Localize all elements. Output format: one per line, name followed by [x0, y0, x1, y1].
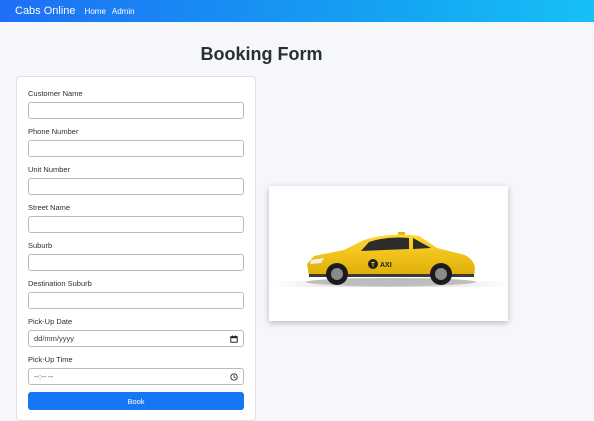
street-name-input[interactable]: [28, 216, 244, 233]
taxi-image-card: T AXI: [269, 186, 508, 321]
nav-link-admin[interactable]: Admin: [112, 7, 135, 16]
nav-link-home[interactable]: Home: [85, 7, 106, 16]
svg-text:AXI: AXI: [380, 262, 392, 269]
customer-name-input[interactable]: [28, 102, 244, 119]
book-button[interactable]: Book: [28, 392, 244, 410]
booking-form: Customer Name Phone Number Unit Number S…: [16, 76, 256, 421]
taxi-image: T AXI: [269, 232, 508, 287]
suburb-input[interactable]: [28, 254, 244, 271]
pickup-date-label: Pick-Up Date: [28, 317, 73, 326]
unit-number-input[interactable]: [28, 178, 244, 195]
suburb-label: Suburb: [28, 241, 53, 250]
destination-suburb-input[interactable]: [28, 292, 244, 309]
pickup-date-input[interactable]: dd/mm/yyyy: [28, 330, 244, 347]
customer-name-label: Customer Name: [28, 89, 83, 98]
svg-text:T: T: [371, 263, 375, 269]
pickup-date-value: dd/mm/yyyy: [34, 334, 75, 343]
pickup-time-value: --:-- --: [34, 372, 54, 381]
navbar: Cabs Online Home Admin: [0, 0, 594, 22]
clock-icon[interactable]: [230, 372, 238, 381]
unit-number-label: Unit Number: [28, 165, 71, 174]
calendar-icon[interactable]: [230, 334, 238, 343]
phone-number-input[interactable]: [28, 140, 244, 157]
pickup-time-input[interactable]: --:-- --: [28, 368, 244, 385]
destination-suburb-label: Destination Suburb: [28, 279, 92, 288]
pickup-time-label: Pick-Up Time: [28, 355, 73, 364]
brand-link[interactable]: Cabs Online: [15, 5, 76, 17]
street-name-label: Street Name: [28, 203, 71, 212]
page-title: Booking Form: [200, 44, 323, 64]
phone-number-label: Phone Number: [28, 127, 79, 136]
